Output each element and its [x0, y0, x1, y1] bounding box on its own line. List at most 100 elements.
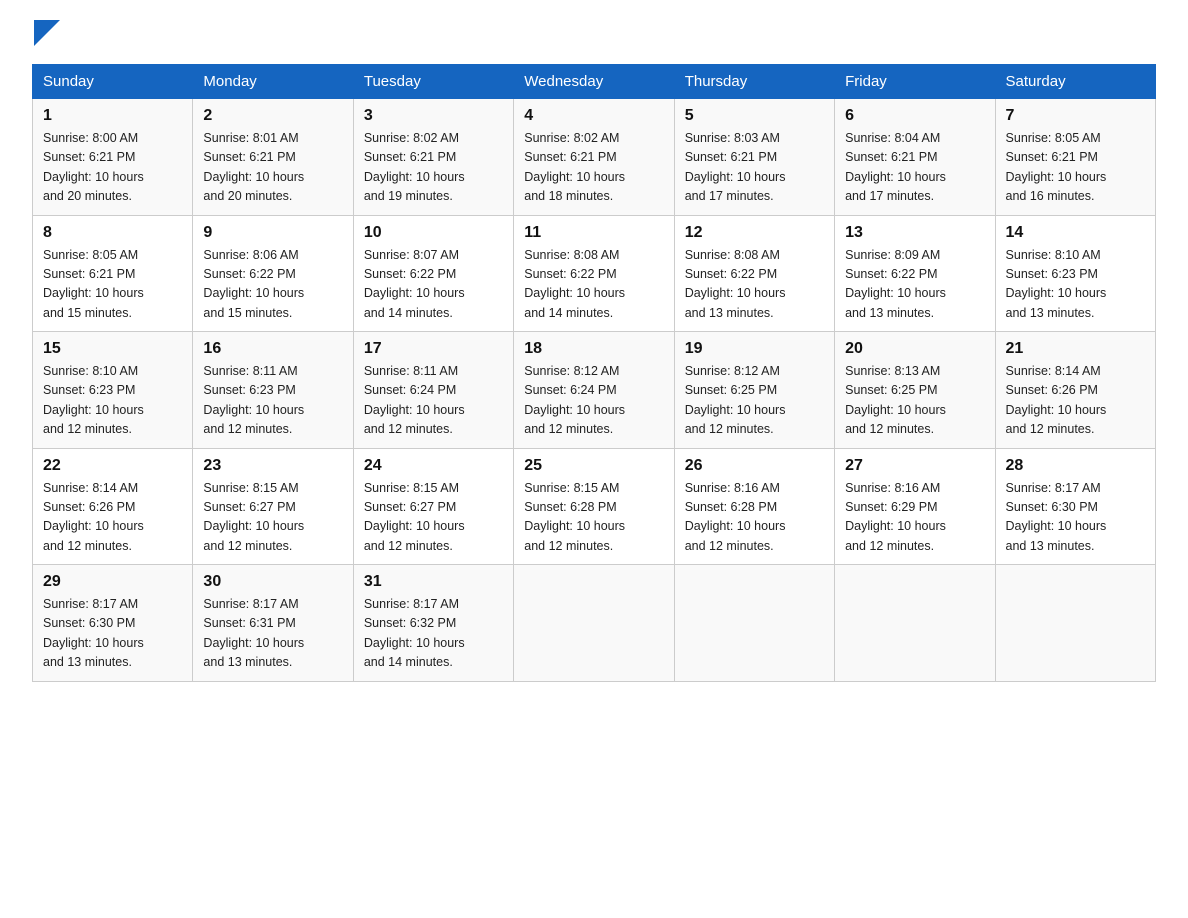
day-number: 23: [203, 457, 342, 475]
day-number: 9: [203, 224, 342, 242]
calendar-week-5: 29 Sunrise: 8:17 AMSunset: 6:30 PMDaylig…: [33, 565, 1156, 682]
page-header: [32, 24, 1156, 46]
day-number: 8: [43, 224, 182, 242]
calendar-cell: [674, 565, 834, 682]
day-number: 26: [685, 457, 824, 475]
calendar-cell: 11 Sunrise: 8:08 AMSunset: 6:22 PMDaylig…: [514, 215, 674, 332]
day-number: 17: [364, 340, 503, 358]
calendar-cell: 28 Sunrise: 8:17 AMSunset: 6:30 PMDaylig…: [995, 448, 1155, 565]
day-number: 15: [43, 340, 182, 358]
calendar-week-1: 1 Sunrise: 8:00 AMSunset: 6:21 PMDayligh…: [33, 99, 1156, 216]
calendar-cell: 31 Sunrise: 8:17 AMSunset: 6:32 PMDaylig…: [353, 565, 513, 682]
calendar-cell: 1 Sunrise: 8:00 AMSunset: 6:21 PMDayligh…: [33, 99, 193, 216]
day-number: 25: [524, 457, 663, 475]
day-number: 7: [1006, 107, 1145, 125]
calendar-cell: 17 Sunrise: 8:11 AMSunset: 6:24 PMDaylig…: [353, 332, 513, 449]
calendar-cell: 14 Sunrise: 8:10 AMSunset: 6:23 PMDaylig…: [995, 215, 1155, 332]
calendar-cell: 21 Sunrise: 8:14 AMSunset: 6:26 PMDaylig…: [995, 332, 1155, 449]
calendar-cell: 7 Sunrise: 8:05 AMSunset: 6:21 PMDayligh…: [995, 99, 1155, 216]
day-info: Sunrise: 8:04 AMSunset: 6:21 PMDaylight:…: [845, 131, 946, 203]
day-info: Sunrise: 8:06 AMSunset: 6:22 PMDaylight:…: [203, 248, 304, 320]
calendar-cell: [835, 565, 995, 682]
day-info: Sunrise: 8:17 AMSunset: 6:32 PMDaylight:…: [364, 597, 465, 669]
calendar-cell: 15 Sunrise: 8:10 AMSunset: 6:23 PMDaylig…: [33, 332, 193, 449]
day-info: Sunrise: 8:16 AMSunset: 6:29 PMDaylight:…: [845, 481, 946, 553]
calendar-cell: 3 Sunrise: 8:02 AMSunset: 6:21 PMDayligh…: [353, 99, 513, 216]
calendar-cell: 29 Sunrise: 8:17 AMSunset: 6:30 PMDaylig…: [33, 565, 193, 682]
header-saturday: Saturday: [995, 65, 1155, 99]
day-number: 21: [1006, 340, 1145, 358]
calendar-cell: 5 Sunrise: 8:03 AMSunset: 6:21 PMDayligh…: [674, 99, 834, 216]
day-info: Sunrise: 8:12 AMSunset: 6:25 PMDaylight:…: [685, 364, 786, 436]
day-number: 2: [203, 107, 342, 125]
calendar-cell: 23 Sunrise: 8:15 AMSunset: 6:27 PMDaylig…: [193, 448, 353, 565]
header-monday: Monday: [193, 65, 353, 99]
day-number: 11: [524, 224, 663, 242]
calendar-cell: [514, 565, 674, 682]
calendar-cell: 10 Sunrise: 8:07 AMSunset: 6:22 PMDaylig…: [353, 215, 513, 332]
calendar-cell: [995, 565, 1155, 682]
day-number: 3: [364, 107, 503, 125]
day-number: 20: [845, 340, 984, 358]
calendar-cell: 22 Sunrise: 8:14 AMSunset: 6:26 PMDaylig…: [33, 448, 193, 565]
day-info: Sunrise: 8:03 AMSunset: 6:21 PMDaylight:…: [685, 131, 786, 203]
day-info: Sunrise: 8:17 AMSunset: 6:30 PMDaylight:…: [1006, 481, 1107, 553]
calendar-cell: 24 Sunrise: 8:15 AMSunset: 6:27 PMDaylig…: [353, 448, 513, 565]
logo: [32, 24, 60, 46]
calendar-cell: 12 Sunrise: 8:08 AMSunset: 6:22 PMDaylig…: [674, 215, 834, 332]
day-number: 28: [1006, 457, 1145, 475]
day-number: 27: [845, 457, 984, 475]
day-info: Sunrise: 8:05 AMSunset: 6:21 PMDaylight:…: [1006, 131, 1107, 203]
day-number: 29: [43, 573, 182, 591]
day-info: Sunrise: 8:11 AMSunset: 6:24 PMDaylight:…: [364, 364, 465, 436]
day-info: Sunrise: 8:10 AMSunset: 6:23 PMDaylight:…: [1006, 248, 1107, 320]
day-info: Sunrise: 8:12 AMSunset: 6:24 PMDaylight:…: [524, 364, 625, 436]
day-number: 13: [845, 224, 984, 242]
calendar-cell: 20 Sunrise: 8:13 AMSunset: 6:25 PMDaylig…: [835, 332, 995, 449]
day-number: 4: [524, 107, 663, 125]
day-info: Sunrise: 8:15 AMSunset: 6:28 PMDaylight:…: [524, 481, 625, 553]
day-info: Sunrise: 8:17 AMSunset: 6:31 PMDaylight:…: [203, 597, 304, 669]
calendar-header-row: SundayMondayTuesdayWednesdayThursdayFrid…: [33, 65, 1156, 99]
day-info: Sunrise: 8:08 AMSunset: 6:22 PMDaylight:…: [524, 248, 625, 320]
day-number: 1: [43, 107, 182, 125]
day-number: 30: [203, 573, 342, 591]
calendar-table: SundayMondayTuesdayWednesdayThursdayFrid…: [32, 64, 1156, 682]
day-number: 18: [524, 340, 663, 358]
calendar-cell: 2 Sunrise: 8:01 AMSunset: 6:21 PMDayligh…: [193, 99, 353, 216]
day-info: Sunrise: 8:09 AMSunset: 6:22 PMDaylight:…: [845, 248, 946, 320]
day-number: 6: [845, 107, 984, 125]
day-number: 24: [364, 457, 503, 475]
calendar-cell: 27 Sunrise: 8:16 AMSunset: 6:29 PMDaylig…: [835, 448, 995, 565]
header-sunday: Sunday: [33, 65, 193, 99]
calendar-cell: 30 Sunrise: 8:17 AMSunset: 6:31 PMDaylig…: [193, 565, 353, 682]
header-wednesday: Wednesday: [514, 65, 674, 99]
header-friday: Friday: [835, 65, 995, 99]
day-number: 31: [364, 573, 503, 591]
calendar-cell: 26 Sunrise: 8:16 AMSunset: 6:28 PMDaylig…: [674, 448, 834, 565]
day-info: Sunrise: 8:05 AMSunset: 6:21 PMDaylight:…: [43, 248, 144, 320]
calendar-week-3: 15 Sunrise: 8:10 AMSunset: 6:23 PMDaylig…: [33, 332, 1156, 449]
calendar-cell: 4 Sunrise: 8:02 AMSunset: 6:21 PMDayligh…: [514, 99, 674, 216]
day-info: Sunrise: 8:16 AMSunset: 6:28 PMDaylight:…: [685, 481, 786, 553]
day-info: Sunrise: 8:08 AMSunset: 6:22 PMDaylight:…: [685, 248, 786, 320]
calendar-cell: 25 Sunrise: 8:15 AMSunset: 6:28 PMDaylig…: [514, 448, 674, 565]
day-info: Sunrise: 8:07 AMSunset: 6:22 PMDaylight:…: [364, 248, 465, 320]
day-number: 5: [685, 107, 824, 125]
day-info: Sunrise: 8:10 AMSunset: 6:23 PMDaylight:…: [43, 364, 144, 436]
day-info: Sunrise: 8:13 AMSunset: 6:25 PMDaylight:…: [845, 364, 946, 436]
day-info: Sunrise: 8:14 AMSunset: 6:26 PMDaylight:…: [1006, 364, 1107, 436]
calendar-cell: 16 Sunrise: 8:11 AMSunset: 6:23 PMDaylig…: [193, 332, 353, 449]
header-thursday: Thursday: [674, 65, 834, 99]
calendar-cell: 6 Sunrise: 8:04 AMSunset: 6:21 PMDayligh…: [835, 99, 995, 216]
calendar-cell: 9 Sunrise: 8:06 AMSunset: 6:22 PMDayligh…: [193, 215, 353, 332]
day-number: 12: [685, 224, 824, 242]
day-number: 14: [1006, 224, 1145, 242]
day-info: Sunrise: 8:17 AMSunset: 6:30 PMDaylight:…: [43, 597, 144, 669]
day-info: Sunrise: 8:11 AMSunset: 6:23 PMDaylight:…: [203, 364, 304, 436]
calendar-cell: 13 Sunrise: 8:09 AMSunset: 6:22 PMDaylig…: [835, 215, 995, 332]
day-info: Sunrise: 8:01 AMSunset: 6:21 PMDaylight:…: [203, 131, 304, 203]
day-info: Sunrise: 8:15 AMSunset: 6:27 PMDaylight:…: [364, 481, 465, 553]
day-info: Sunrise: 8:02 AMSunset: 6:21 PMDaylight:…: [524, 131, 625, 203]
calendar-cell: 8 Sunrise: 8:05 AMSunset: 6:21 PMDayligh…: [33, 215, 193, 332]
